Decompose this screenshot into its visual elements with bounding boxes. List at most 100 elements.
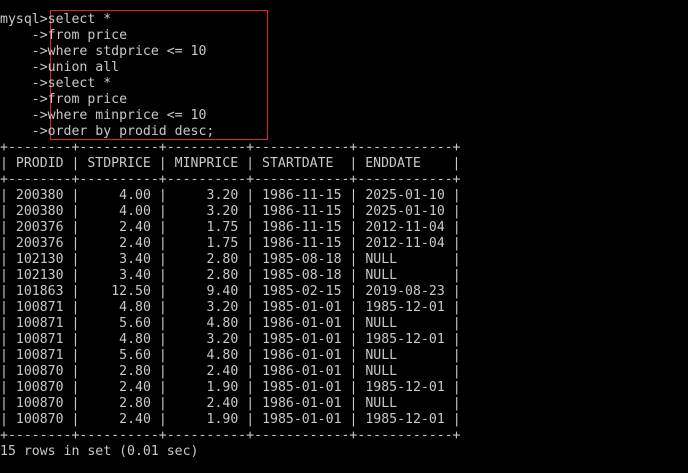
cell-startdate: 1986-11-15 xyxy=(262,204,342,219)
cell-stdprice: 4.00 xyxy=(119,188,151,203)
cell-enddate: 2012-11-04 xyxy=(365,236,445,251)
cell-enddate: 1985-12-01 xyxy=(365,300,445,315)
cell-startdate: 1985-02-15 xyxy=(262,284,342,299)
cell-prodid: 101863 xyxy=(15,284,64,299)
cell-prodid: 200380 xyxy=(15,204,64,219)
query-text: select * xyxy=(47,76,112,91)
cell-startdate: 1985-08-18 xyxy=(262,268,342,283)
cell-minprice: 9.40 xyxy=(206,284,239,299)
cell-prodid: 100871 xyxy=(15,316,64,331)
cell-enddate: NULL xyxy=(365,268,398,283)
cell-startdate: 1985-08-18 xyxy=(262,252,342,267)
cell-minprice: 1.75 xyxy=(206,236,239,251)
cell-stdprice: 5.60 xyxy=(119,348,151,363)
cell-startdate: 1985-01-01 xyxy=(262,380,342,395)
query-line: ->union all xyxy=(0,60,119,76)
continuation-prompt: -> xyxy=(0,124,48,139)
table-border: +--------+----------+----------+--------… xyxy=(0,140,461,156)
cell-stdprice: 2.80 xyxy=(119,396,151,411)
cell-startdate: 1986-01-01 xyxy=(262,364,342,379)
cell-stdprice: 2.40 xyxy=(119,220,151,235)
continuation-prompt: -> xyxy=(0,108,48,123)
cell-startdate: 1986-11-15 xyxy=(262,236,342,251)
cell-enddate: 1985-12-01 xyxy=(365,412,445,427)
cell-startdate: 1985-01-01 xyxy=(262,300,342,315)
cell-prodid: 200376 xyxy=(15,236,64,251)
border-text: +--------+----------+----------+--------… xyxy=(0,140,461,155)
cell-minprice: 3.20 xyxy=(206,300,239,315)
cell-stdprice: 2.40 xyxy=(119,412,151,427)
table-row: | 100871 | 4.80 | 3.20 | 1985-01-01 | 19… xyxy=(0,332,461,347)
cell-startdate: 1986-01-01 xyxy=(262,348,342,363)
table-row: | 200376 | 2.40 | 1.75 | 1986-11-15 | 20… xyxy=(0,236,461,251)
row-count-status: 15 rows in set (0.01 sec) xyxy=(0,444,199,459)
table-row: | 100871 | 4.80 | 3.20 | 1985-01-01 | 19… xyxy=(0,300,461,315)
table-row: | 102130 | 3.40 | 2.80 | 1985-08-18 | NU… xyxy=(0,252,461,267)
cell-prodid: 100870 xyxy=(15,380,64,395)
cell-minprice: 4.80 xyxy=(206,348,239,363)
cell-stdprice: 3.40 xyxy=(119,252,151,267)
table-row: | 101863 | 12.50 | 9.40 | 1985-02-15 | 2… xyxy=(0,284,461,299)
continuation-prompt: -> xyxy=(0,28,48,43)
cell-prodid: 100870 xyxy=(15,396,64,411)
cell-startdate: 1986-01-01 xyxy=(262,396,342,411)
query-text: where minprice <= 10 xyxy=(47,108,207,123)
query-line: ->from price xyxy=(0,28,127,44)
query-line: ->order by prodid desc; xyxy=(0,124,215,140)
cell-startdate: 1985-01-01 xyxy=(262,412,342,427)
table-row: | 200380 | 4.00 | 3.20 | 1986-11-15 | 20… xyxy=(0,188,461,203)
cell-enddate: 2025-01-10 xyxy=(365,204,445,219)
cell-enddate: 1985-12-01 xyxy=(365,332,445,347)
cell-prodid: 100871 xyxy=(15,300,64,315)
cell-enddate: NULL xyxy=(365,252,398,267)
cell-stdprice: 3.40 xyxy=(119,268,151,283)
table-border: +--------+----------+----------+--------… xyxy=(0,428,461,444)
cell-startdate: 1985-01-01 xyxy=(262,332,342,347)
cell-prodid: 200380 xyxy=(15,188,64,203)
cell-minprice: 1.90 xyxy=(206,380,239,395)
continuation-prompt: -> xyxy=(0,60,48,75)
cell-minprice: 3.20 xyxy=(206,332,239,347)
status-line: 15 rows in set (0.01 sec) xyxy=(0,444,199,460)
cell-prodid: 102130 xyxy=(15,252,64,267)
cell-minprice: 2.80 xyxy=(206,252,239,267)
cell-enddate: NULL xyxy=(365,364,398,379)
query-line: ->select * xyxy=(0,76,111,92)
table-row: | 102130 | 3.40 | 2.80 | 1985-08-18 | NU… xyxy=(0,268,461,283)
query-text: where stdprice <= 10 xyxy=(47,44,207,59)
query-line: ->from price xyxy=(0,92,127,108)
cell-prodid: 200376 xyxy=(15,220,64,235)
continuation-prompt: -> xyxy=(0,92,48,107)
query-text: select * xyxy=(47,12,112,27)
cell-prodid: 100871 xyxy=(15,348,64,363)
query-line: ->where stdprice <= 10 xyxy=(0,44,207,60)
cell-stdprice: 12.50 xyxy=(111,284,151,299)
prompt: mysql> xyxy=(0,12,48,27)
cell-stdprice: 5.60 xyxy=(119,316,151,331)
cell-startdate: 1986-11-15 xyxy=(262,220,342,235)
cell-prodid: 100870 xyxy=(15,364,64,379)
cell-prodid: 100870 xyxy=(15,412,64,427)
cell-enddate: NULL xyxy=(365,348,398,363)
cell-prodid: 100871 xyxy=(15,332,64,347)
cell-stdprice: 2.80 xyxy=(119,364,151,379)
cell-stdprice: 4.00 xyxy=(119,204,151,219)
cell-enddate: 2019-08-23 xyxy=(365,284,445,299)
table-row: | 200380 | 4.00 | 3.20 | 1986-11-15 | 20… xyxy=(0,204,461,219)
border-text: +--------+----------+----------+--------… xyxy=(0,428,461,443)
cell-minprice: 2.40 xyxy=(206,364,239,379)
terminal-window[interactable]: mysql>select * ->from price ->where stdp… xyxy=(0,0,688,473)
cell-minprice: 3.20 xyxy=(206,188,239,203)
table-border: +--------+----------+----------+--------… xyxy=(0,172,461,188)
query-text: union all xyxy=(47,60,120,75)
continuation-prompt: -> xyxy=(0,44,48,59)
query-line: ->where minprice <= 10 xyxy=(0,108,207,124)
table-row: | 100871 | 5.60 | 4.80 | 1986-01-01 | NU… xyxy=(0,316,461,331)
cell-startdate: 1986-01-01 xyxy=(262,316,342,331)
query-text: from price xyxy=(47,92,128,107)
cell-prodid: 102130 xyxy=(15,268,64,283)
header-text: | PRODID | STDPRICE | MINPRICE | STARTDA… xyxy=(0,156,461,171)
table-row: | 100870 | 2.80 | 2.40 | 1986-01-01 | NU… xyxy=(0,364,461,379)
cell-enddate: NULL xyxy=(365,316,398,331)
cell-startdate: 1986-11-15 xyxy=(262,188,342,203)
